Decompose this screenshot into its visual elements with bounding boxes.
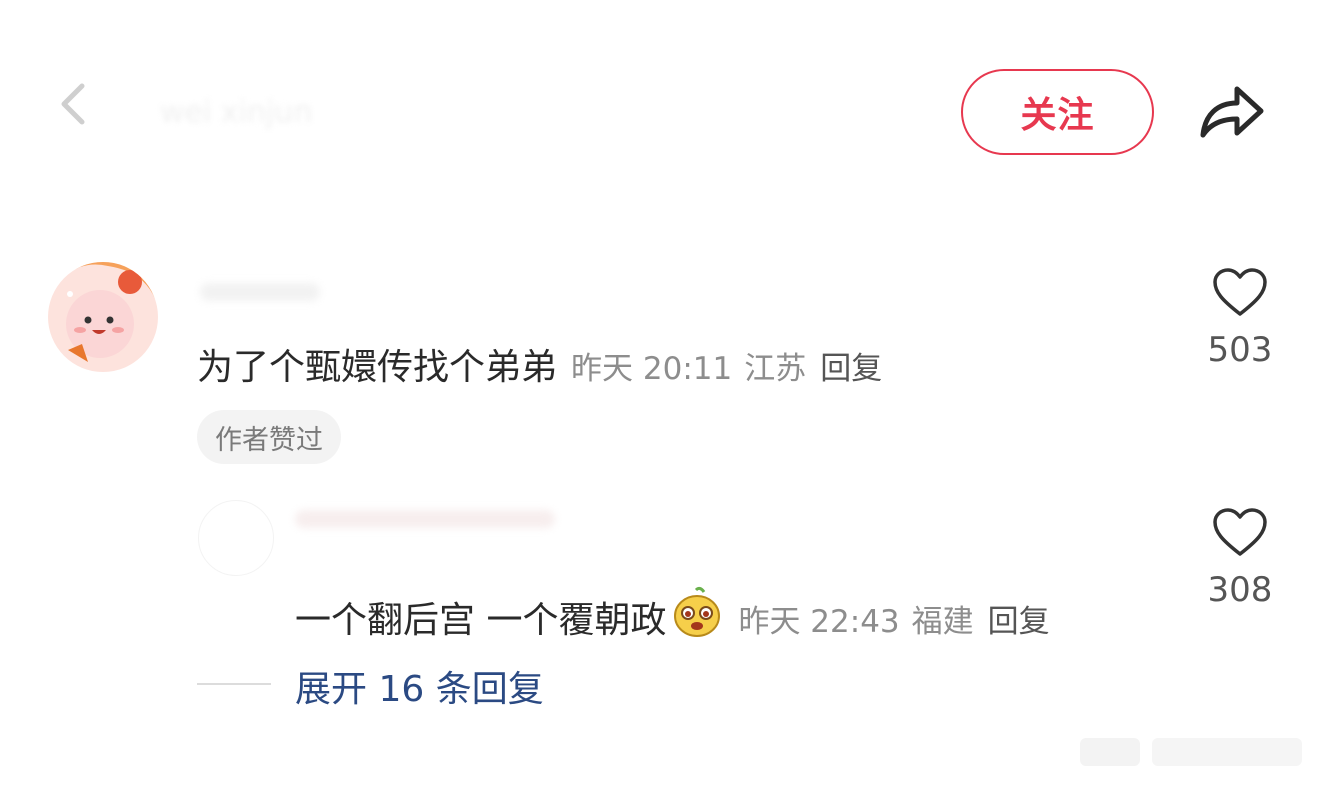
- reply-avatar[interactable]: [198, 500, 274, 576]
- share-button[interactable]: [1192, 74, 1270, 146]
- expand-replies-button[interactable]: 展开 16 条回复: [295, 660, 544, 712]
- comment-1-like-button[interactable]: 503: [1195, 268, 1285, 370]
- comment-2-like-button[interactable]: 308: [1195, 508, 1285, 610]
- back-button[interactable]: [50, 80, 98, 128]
- emoji-sticker: [670, 586, 724, 640]
- comment-2-like-count: 308: [1207, 570, 1273, 610]
- comment-1-text: 为了个甄嬛传找个弟弟: [197, 347, 558, 388]
- avatar-image: [48, 262, 158, 372]
- follow-label: 关注: [1020, 95, 1095, 136]
- badge-label: 作者赞过: [215, 424, 323, 456]
- comment-2-location: 福建: [911, 604, 974, 640]
- comment-2-time: 昨天 22:43: [738, 604, 900, 640]
- comment-1-time: 昨天 20:11: [571, 351, 733, 387]
- heart-outline-icon: [1213, 268, 1267, 316]
- comment-1-like-count: 503: [1207, 330, 1273, 370]
- avatar[interactable]: [48, 262, 158, 372]
- cute-face-emoji-icon: [674, 586, 721, 637]
- commenter-name-blurred: [200, 283, 320, 301]
- replier-name-blurred: [295, 510, 555, 528]
- heart-outline-icon: [1213, 508, 1267, 556]
- share-arrow-icon: [1200, 86, 1264, 138]
- expand-divider: [197, 683, 271, 685]
- follow-button[interactable]: 关注: [961, 69, 1154, 155]
- header-username: wei xinjun: [160, 94, 313, 130]
- comment-1-line: 为了个甄嬛传找个弟弟 昨天 20:11 江苏 回复: [197, 338, 882, 390]
- comment-1-location: 江苏: [744, 351, 807, 387]
- comment-2-line: 一个翻后宫 一个覆朝政 昨天 22:43 福建 回复: [295, 578, 1050, 643]
- comment-2-reply-button[interactable]: 回复: [988, 596, 1050, 641]
- comment-2-text: 一个翻后宫 一个覆朝政: [295, 600, 667, 641]
- chevron-left-icon: [61, 83, 85, 125]
- author-liked-badge: 作者赞过: [197, 410, 341, 464]
- watermark-icon: [1080, 738, 1302, 766]
- comment-1-reply-button[interactable]: 回复: [820, 343, 882, 388]
